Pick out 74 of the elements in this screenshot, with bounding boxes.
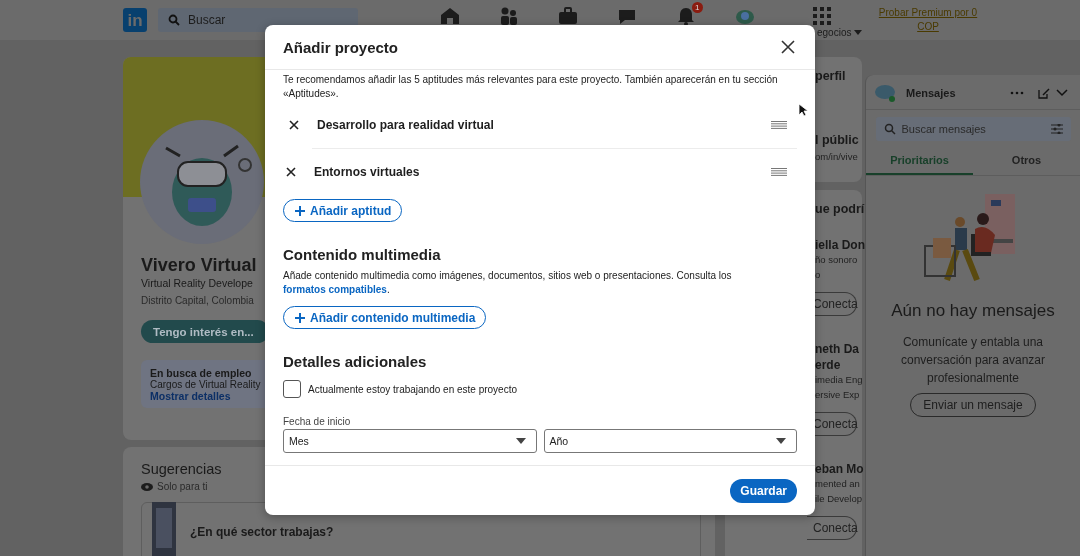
premium-link[interactable]: Probar Premium por 0 COP [878,6,978,34]
filter-icon [1050,124,1063,134]
person-name: neth Da [815,342,860,356]
card-title: l públic [815,133,860,147]
section-heading: Contenido multimedia [283,246,441,263]
close-icon [285,166,297,178]
field-label: Fecha de inicio [283,416,351,427]
skill-name: Entornos virtuales [314,165,421,179]
search-field[interactable]: Buscar [188,13,338,27]
cursor-icon [798,103,808,117]
compatible-formats-link[interactable]: formatos compatibles [283,284,387,295]
nav-label: egocios [817,27,852,39]
close-icon [781,40,795,54]
person-detail: mented an [815,477,861,491]
message-tab[interactable]: Otros [973,147,1080,175]
search-icon [168,14,180,26]
person-name: eban Mo [815,462,862,476]
media-description: Añade contenido multimedia como imágenes, documentos, sitios web o presentaciones. Consulta los formatos compatibles. [283,269,733,297]
caret-icon [776,438,786,444]
grid-icon [811,5,833,27]
person-detail: ño sonoro [815,253,859,267]
profile-name: Vivero Virtual [141,255,257,276]
person-detail: om/in/vive [815,150,859,164]
caret-icon [515,438,526,444]
person-detail: ersive Exp [815,388,861,402]
section-title: Sugerencias [141,461,223,477]
checkbox-label: Actualmente estoy trabajando en este proyecto [308,383,518,395]
eye-icon [141,482,153,491]
checkbox[interactable] [283,380,301,398]
profile-location: Distrito Capital, Colombia [141,295,254,306]
empty-state-text: Comunícate y entabla una conversación para avanzar profesionalmente [899,334,1047,387]
avatar-icon [874,83,896,103]
chevron-down-icon[interactable] [1056,89,1068,97]
message-tab[interactable]: Prioritarios [866,147,973,175]
briefcase-icon [556,5,579,27]
empty-state-title: Aún no hay mensajes [891,301,1055,321]
private-note: Solo para ti [157,481,208,492]
person-detail: ile Develop [815,492,862,506]
dropdown[interactable]: Mes [283,429,537,453]
person-detail: imedia Eng [815,373,862,387]
card-title: perfil [815,69,847,83]
nav-item[interactable]: egocios [800,0,878,40]
intro-text: Te recomendamos añadir las 5 aptitudes más relevantes para este proyecto. También aparecerán en tu sección «Aptitudes». [283,73,779,101]
plus-icon [294,204,306,217]
open-to-work-title: En busca de empleo [150,367,252,379]
caret-icon [854,30,863,36]
add-media-button[interactable]: Añadir contenido multimedia [283,306,487,329]
more-icon[interactable] [1010,91,1024,95]
notification-badge: 1 [692,2,703,13]
skill-name: Desarrollo para realidad virtual [317,117,495,132]
save-button[interactable]: Guardar [730,478,797,503]
drag-handle-icon[interactable] [771,168,787,176]
messaging-title: Mensajes [906,87,957,99]
close-icon [288,118,300,131]
drag-handle-icon[interactable] [771,120,787,129]
profile-headline: Virtual Reality Develope [141,277,253,289]
section-heading: Detalles adicionales [283,353,427,370]
home-icon [438,5,461,27]
plus-icon [294,311,306,324]
person-name: erde [815,358,842,372]
message-search-bar[interactable]: Buscar mensajes [875,117,1071,141]
compose-icon[interactable] [1038,87,1050,99]
logo[interactable]: in [123,8,147,32]
nav-item[interactable]: 1 [656,0,715,40]
add-skill-button[interactable]: Añadir aptitud [283,199,403,222]
dropdown[interactable]: Año [543,429,797,453]
message-search-field[interactable]: Buscar mensajes [901,123,1045,135]
person-detail: o [815,268,822,282]
search-icon [883,123,896,135]
connect-button[interactable]: Conecta [807,516,857,540]
open-to-work-roles: Cargos de Virtual Reality [150,379,262,390]
image-placeholder [152,502,176,556]
suggestion-question: ¿En qué sector trabajas? [190,525,334,539]
dialog-title: Añadir proyecto [283,38,399,56]
